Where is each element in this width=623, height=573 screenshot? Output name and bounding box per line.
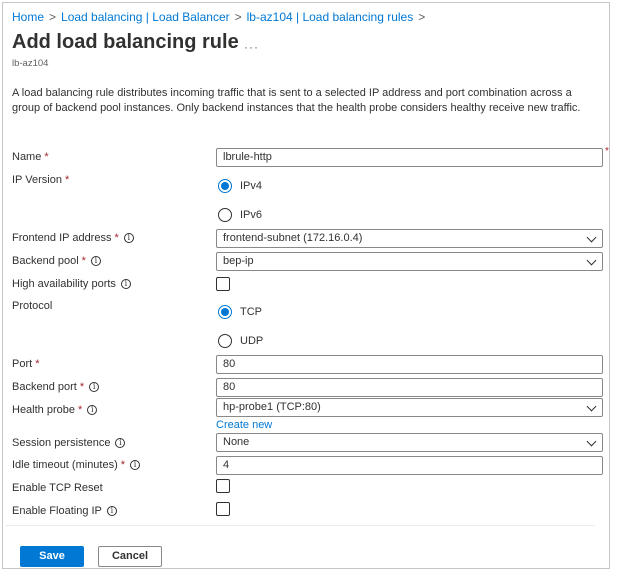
page-title: Add load balancing rule [12, 31, 239, 53]
radio-tcp-label: TCP [240, 306, 262, 318]
info-icon[interactable]: i [87, 405, 98, 415]
backend-pool-label: Backend pool * i [12, 255, 101, 267]
radio-udp[interactable]: UDP [218, 334, 263, 348]
frontend-ip-select[interactable]: frontend-subnet (172.16.0.4) [216, 229, 603, 248]
radio-ipv6-label: IPv6 [240, 209, 263, 221]
backend-pool-select[interactable]: bep-ip [216, 252, 603, 271]
breadcrumb-load-balancing[interactable]: Load balancing | Load Balancer [61, 10, 230, 24]
required-marker: * [79, 381, 85, 393]
name-input[interactable]: lbrule-http [216, 148, 603, 167]
health-probe-label: Health probe * i [12, 404, 98, 416]
info-icon[interactable]: i [115, 438, 126, 448]
ip-version-label: IP Version * [12, 174, 70, 186]
protocol-label: Protocol [12, 300, 53, 312]
create-new-link[interactable]: Create new [216, 419, 272, 431]
cancel-button[interactable]: Cancel [98, 546, 162, 567]
tcp-reset-label: Enable TCP Reset [12, 482, 103, 494]
floating-ip-label: Enable Floating IP i [12, 505, 117, 517]
required-marker: * [81, 255, 86, 267]
breadcrumb-lb-rules[interactable]: lb-az104 | Load balancing rules [247, 10, 414, 24]
info-icon[interactable]: i [90, 256, 101, 266]
blade-panel: Home > Load balancing | Load Balancer > lb-a… [2, 2, 610, 569]
radio-ipv4[interactable]: IPv4 [218, 179, 262, 193]
radio-unselected-icon[interactable] [218, 208, 232, 222]
name-label: Name * [12, 151, 49, 163]
breadcrumb-separator: > [418, 10, 426, 24]
radio-ipv6[interactable]: IPv6 [218, 208, 262, 222]
breadcrumb: Home > Load balancing | Load Balancer > lb-a… [12, 10, 430, 24]
required-marker: * [78, 404, 83, 416]
chevron-down-icon [586, 255, 597, 266]
tcp-reset-checkbox[interactable] [216, 479, 230, 493]
breadcrumb-separator: > [234, 10, 242, 24]
idle-timeout-input[interactable]: 4 [216, 456, 603, 475]
required-marker: * [44, 151, 49, 163]
port-label: Port * [12, 358, 40, 370]
session-persistence-select[interactable]: None [216, 433, 603, 452]
radio-tcp[interactable]: TCP [218, 305, 262, 319]
radio-ipv4-label: IPv4 [240, 180, 263, 192]
radio-udp-label: UDP [240, 335, 264, 347]
info-icon[interactable]: i [106, 506, 117, 516]
info-icon[interactable]: i [89, 382, 100, 392]
page-subtitle: lb-az104 [12, 58, 49, 69]
footer-divider [6, 525, 595, 526]
backend-port-label: Backend port * i [12, 381, 100, 393]
info-icon[interactable]: i [123, 233, 134, 243]
save-button[interactable]: Save [20, 546, 84, 567]
info-icon[interactable]: i [120, 279, 131, 289]
description-text: A load balancing rule distributes incomi… [12, 87, 581, 114]
idle-timeout-label: Idle timeout (minutes) * i [12, 459, 141, 471]
floating-ip-checkbox[interactable] [216, 502, 230, 516]
chevron-down-icon [586, 401, 597, 412]
required-indicator: * [605, 146, 609, 157]
required-marker: * [120, 459, 126, 471]
required-marker: * [35, 358, 40, 370]
chevron-down-icon [586, 436, 597, 447]
port-input[interactable]: 80 [216, 355, 603, 374]
breadcrumb-home[interactable]: Home [12, 10, 44, 24]
backend-port-input[interactable]: 80 [216, 378, 603, 397]
ha-ports-label: High availability ports i [12, 278, 131, 290]
health-probe-select[interactable]: hp-probe1 (TCP:80) [216, 398, 603, 417]
frontend-ip-label: Frontend IP address * i [12, 232, 134, 244]
breadcrumb-separator: > [49, 10, 57, 24]
radio-selected-icon[interactable] [218, 179, 232, 193]
more-options-icon[interactable]: ··· [244, 40, 259, 54]
radio-selected-icon[interactable] [218, 305, 232, 319]
required-marker: * [114, 232, 119, 244]
session-persistence-label: Session persistence i [12, 437, 126, 449]
info-icon[interactable]: i [130, 460, 141, 470]
radio-unselected-icon[interactable] [218, 334, 232, 348]
ha-ports-checkbox[interactable] [216, 277, 230, 291]
required-marker: * [64, 174, 70, 186]
chevron-down-icon [586, 232, 597, 243]
